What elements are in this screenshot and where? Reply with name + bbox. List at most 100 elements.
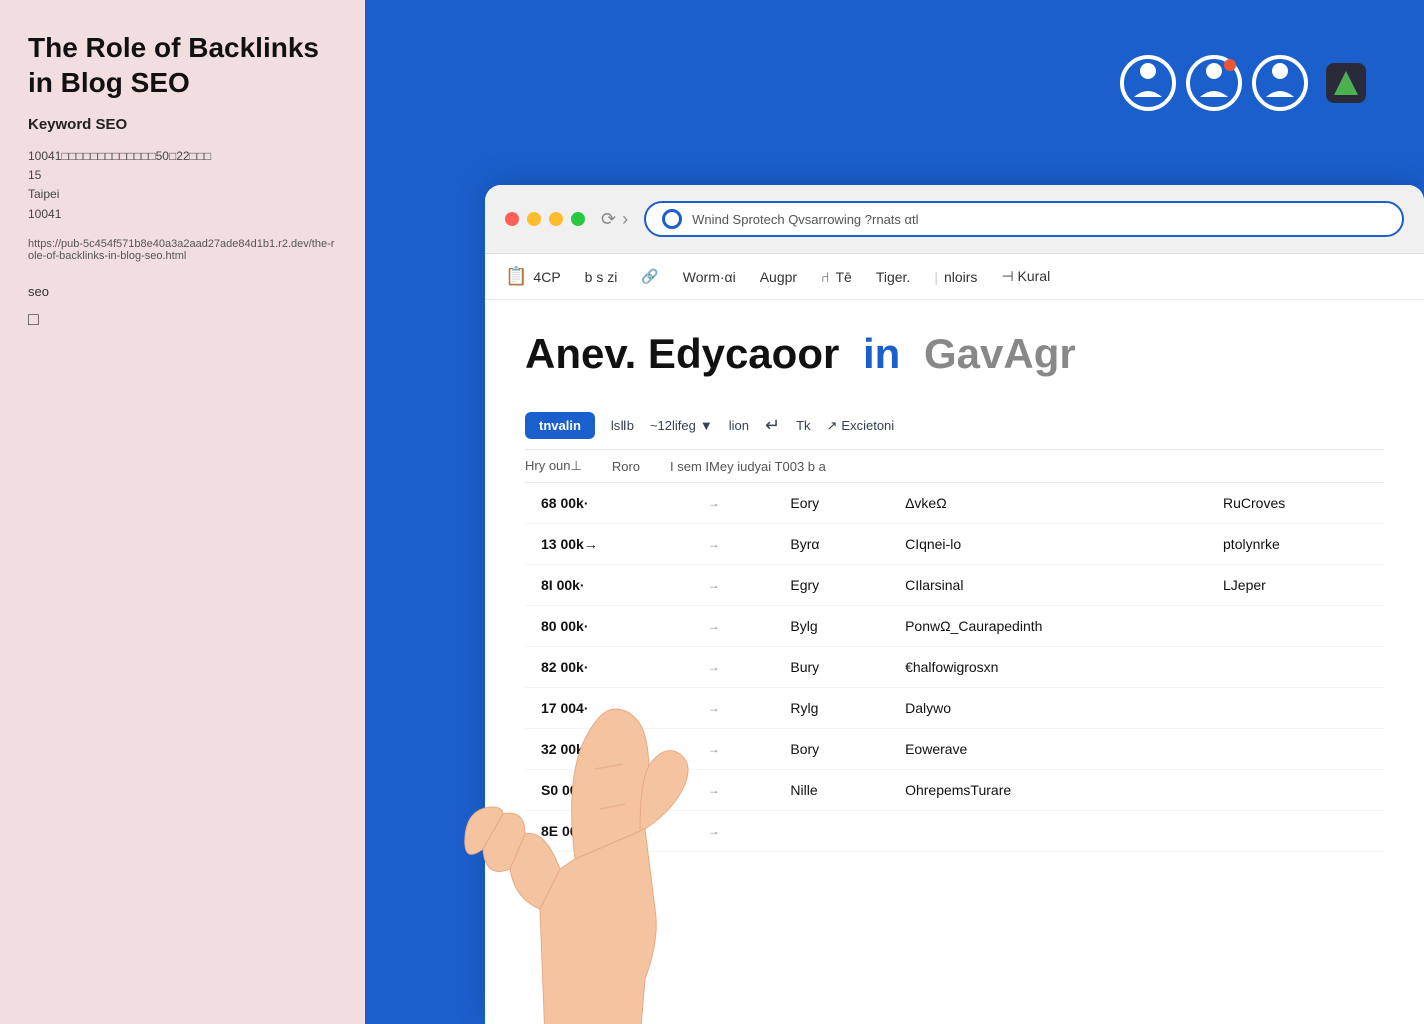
row-5-col3: €halfowigrosxn — [889, 647, 1207, 688]
row-9-num: 8E 00k· — [525, 811, 692, 852]
table-row: 68 00k· → Eory ΔvkeΩ RuCroves — [525, 483, 1384, 524]
row-7-col4 — [1207, 729, 1384, 770]
row-2-num: 13 00k→ — [525, 524, 692, 565]
table-row: 8I 00k· → Egry CIlarsinal LJeper — [525, 565, 1384, 606]
traffic-light-yellow[interactable] — [527, 212, 541, 226]
row-1-num: 68 00k· — [525, 483, 692, 524]
table-filter-lstb[interactable]: lsⅡb — [611, 418, 634, 434]
row-6-col4 — [1207, 688, 1384, 729]
nav-back-icon[interactable]: ⟳ — [601, 209, 616, 230]
row-8-col3: OhrepemsTurare — [889, 770, 1207, 811]
row-3-num: 8I 00k· — [525, 565, 692, 606]
menu-item-2[interactable]: b s zi — [585, 269, 618, 285]
row-2-col4: ptolynrke — [1207, 524, 1384, 565]
row-7-col2: Bory — [774, 729, 889, 770]
menu-item-label-6: Tē — [835, 269, 851, 285]
table-row: 17 004· → Rylg Dalywo — [525, 688, 1384, 729]
menu-item-te[interactable]: ⑁ Tē — [821, 269, 852, 285]
table-row: 8E 00k· → — [525, 811, 1384, 852]
content-area: Anev. Edycaoor in GavAgr tnvalin lsⅡb ~1… — [485, 300, 1424, 882]
deco-icon-4 — [1318, 55, 1374, 111]
table-row: 82 00k· → Bury €halfowigrosxn — [525, 647, 1384, 688]
table-filter-excietoni[interactable]: ↗ Excietoni — [827, 418, 895, 434]
table-filter-tk[interactable]: Tk — [796, 418, 810, 433]
table-filter-lion[interactable]: lion — [729, 418, 749, 433]
row-5-arrow: → — [692, 647, 775, 688]
row-5-col2: Bury — [774, 647, 889, 688]
row-4-num: 80 00k· — [525, 606, 692, 647]
row-7-arrow: → — [692, 729, 775, 770]
row-9-col4 — [1207, 811, 1384, 852]
link-icon: 🔗 — [641, 268, 658, 285]
menu-item-nloirs[interactable]: | nloirs — [934, 269, 977, 285]
row-8-num: S0 00k· — [525, 770, 692, 811]
menu-item-augpr[interactable]: Augpr — [760, 269, 797, 285]
row-3-col2: Egry — [774, 565, 889, 606]
page-title-part1: Anev. Edycaoor — [525, 330, 839, 377]
row-4-arrow: → — [692, 606, 775, 647]
address-bar-text: Wnind Sprotech Qvsarrowing ?rnats αtl — [692, 212, 1386, 227]
browser-menu: 📋 4CP b s zi 🔗 Worm·αi Augpr ⑁ Tē Tiger. — [485, 254, 1424, 300]
row-9-col3 — [889, 811, 1207, 852]
meta-line4: 10041 — [28, 207, 61, 221]
subheader-2: Roro — [612, 459, 640, 474]
divider-icon: | — [934, 269, 938, 285]
deco-icon-3 — [1252, 55, 1308, 111]
row-8-col4 — [1207, 770, 1384, 811]
menu-item-label-8: nloirs — [944, 269, 977, 285]
clipboard-icon: 📋 — [505, 266, 527, 287]
sidebar-url[interactable]: https://pub-5c454f571b8e40a3a2aad27ade84… — [28, 238, 337, 262]
table-row: S0 00k· → Nille OhrepemsTurare — [525, 770, 1384, 811]
row-3-col3: CIlarsinal — [889, 565, 1207, 606]
traffic-light-yellow2[interactable] — [549, 212, 563, 226]
page-title: Anev. Edycaoor in GavAgr — [525, 330, 1384, 378]
menu-item-tiger[interactable]: Tiger. — [876, 269, 911, 285]
address-bar[interactable]: Wnind Sprotech Qvsarrowing ?rnats αtl — [644, 201, 1404, 237]
row-4-col4 — [1207, 606, 1384, 647]
row-6-col2: Rylg — [774, 688, 889, 729]
menu-item-label-4: Worm·αi — [683, 269, 736, 285]
menu-item-wormai[interactable]: Worm·αi — [683, 269, 736, 285]
menu-item-label-2: b s zi — [585, 269, 618, 285]
menu-item-link[interactable]: 🔗 — [641, 268, 658, 285]
sidebar-title: The Role of Backlinks in Blog SEO — [28, 30, 337, 100]
meta-line1: 10041□□□□□□□□□□□□□50□22□□□ — [28, 149, 211, 163]
row-1-arrow: → — [692, 483, 775, 524]
traffic-light-red[interactable] — [505, 212, 519, 226]
row-6-arrow: → — [692, 688, 775, 729]
menu-item-kural[interactable]: ⊣ Kural — [1001, 268, 1050, 285]
table-filter-invalin[interactable]: tnvalin — [525, 412, 595, 439]
menu-item-label-1: 4CP — [533, 269, 560, 285]
row-8-col2: Nille — [774, 770, 889, 811]
row-9-arrow: → — [692, 811, 775, 852]
sidebar-tag: seo — [28, 284, 337, 299]
browser-toolbar: ⟳ › Wnind Sprotech Qvsarrowing ?rnats αt… — [485, 185, 1424, 254]
nav-arrows: ⟳ › — [601, 209, 628, 230]
deco-icon-1 — [1120, 55, 1176, 111]
table-filter-lifeg[interactable]: ~12lifeg ▼ — [650, 418, 713, 433]
data-table: 68 00k· → Eory ΔvkeΩ RuCroves 13 00k→ → … — [525, 483, 1384, 852]
table-filter-enter[interactable]: ↵ — [765, 415, 780, 436]
nav-forward-icon[interactable]: › — [622, 209, 628, 230]
menu-item-label-9: ⊣ Kural — [1001, 268, 1050, 285]
row-1-col2: Eory — [774, 483, 889, 524]
sidebar: The Role of Backlinks in Blog SEO Keywor… — [0, 0, 365, 1024]
row-7-col3: Eowerave — [889, 729, 1207, 770]
row-4-col2: Bylg — [774, 606, 889, 647]
row-6-num: 17 004· — [525, 688, 692, 729]
row-3-arrow: → — [692, 565, 775, 606]
page-title-part3: GavAgr — [924, 330, 1076, 377]
decorative-icons — [1120, 55, 1374, 111]
traffic-light-green[interactable] — [571, 212, 585, 226]
menu-item-label-7: Tiger. — [876, 269, 911, 285]
row-9-col2 — [774, 811, 889, 852]
row-1-col3: ΔvkeΩ — [889, 483, 1207, 524]
meta-line3: Taipei — [28, 187, 59, 201]
row-7-num: 32 00k· — [525, 729, 692, 770]
table-row: 13 00k→ → Byrα CIqnei-lo ptolynrke — [525, 524, 1384, 565]
sidebar-copy-icon: □ — [28, 309, 337, 330]
row-8-arrow: → — [692, 770, 775, 811]
menu-item-clipboard[interactable]: 📋 4CP — [505, 266, 561, 287]
menu-item-label-5: Augpr — [760, 269, 797, 285]
meta-line2: 15 — [28, 168, 41, 182]
